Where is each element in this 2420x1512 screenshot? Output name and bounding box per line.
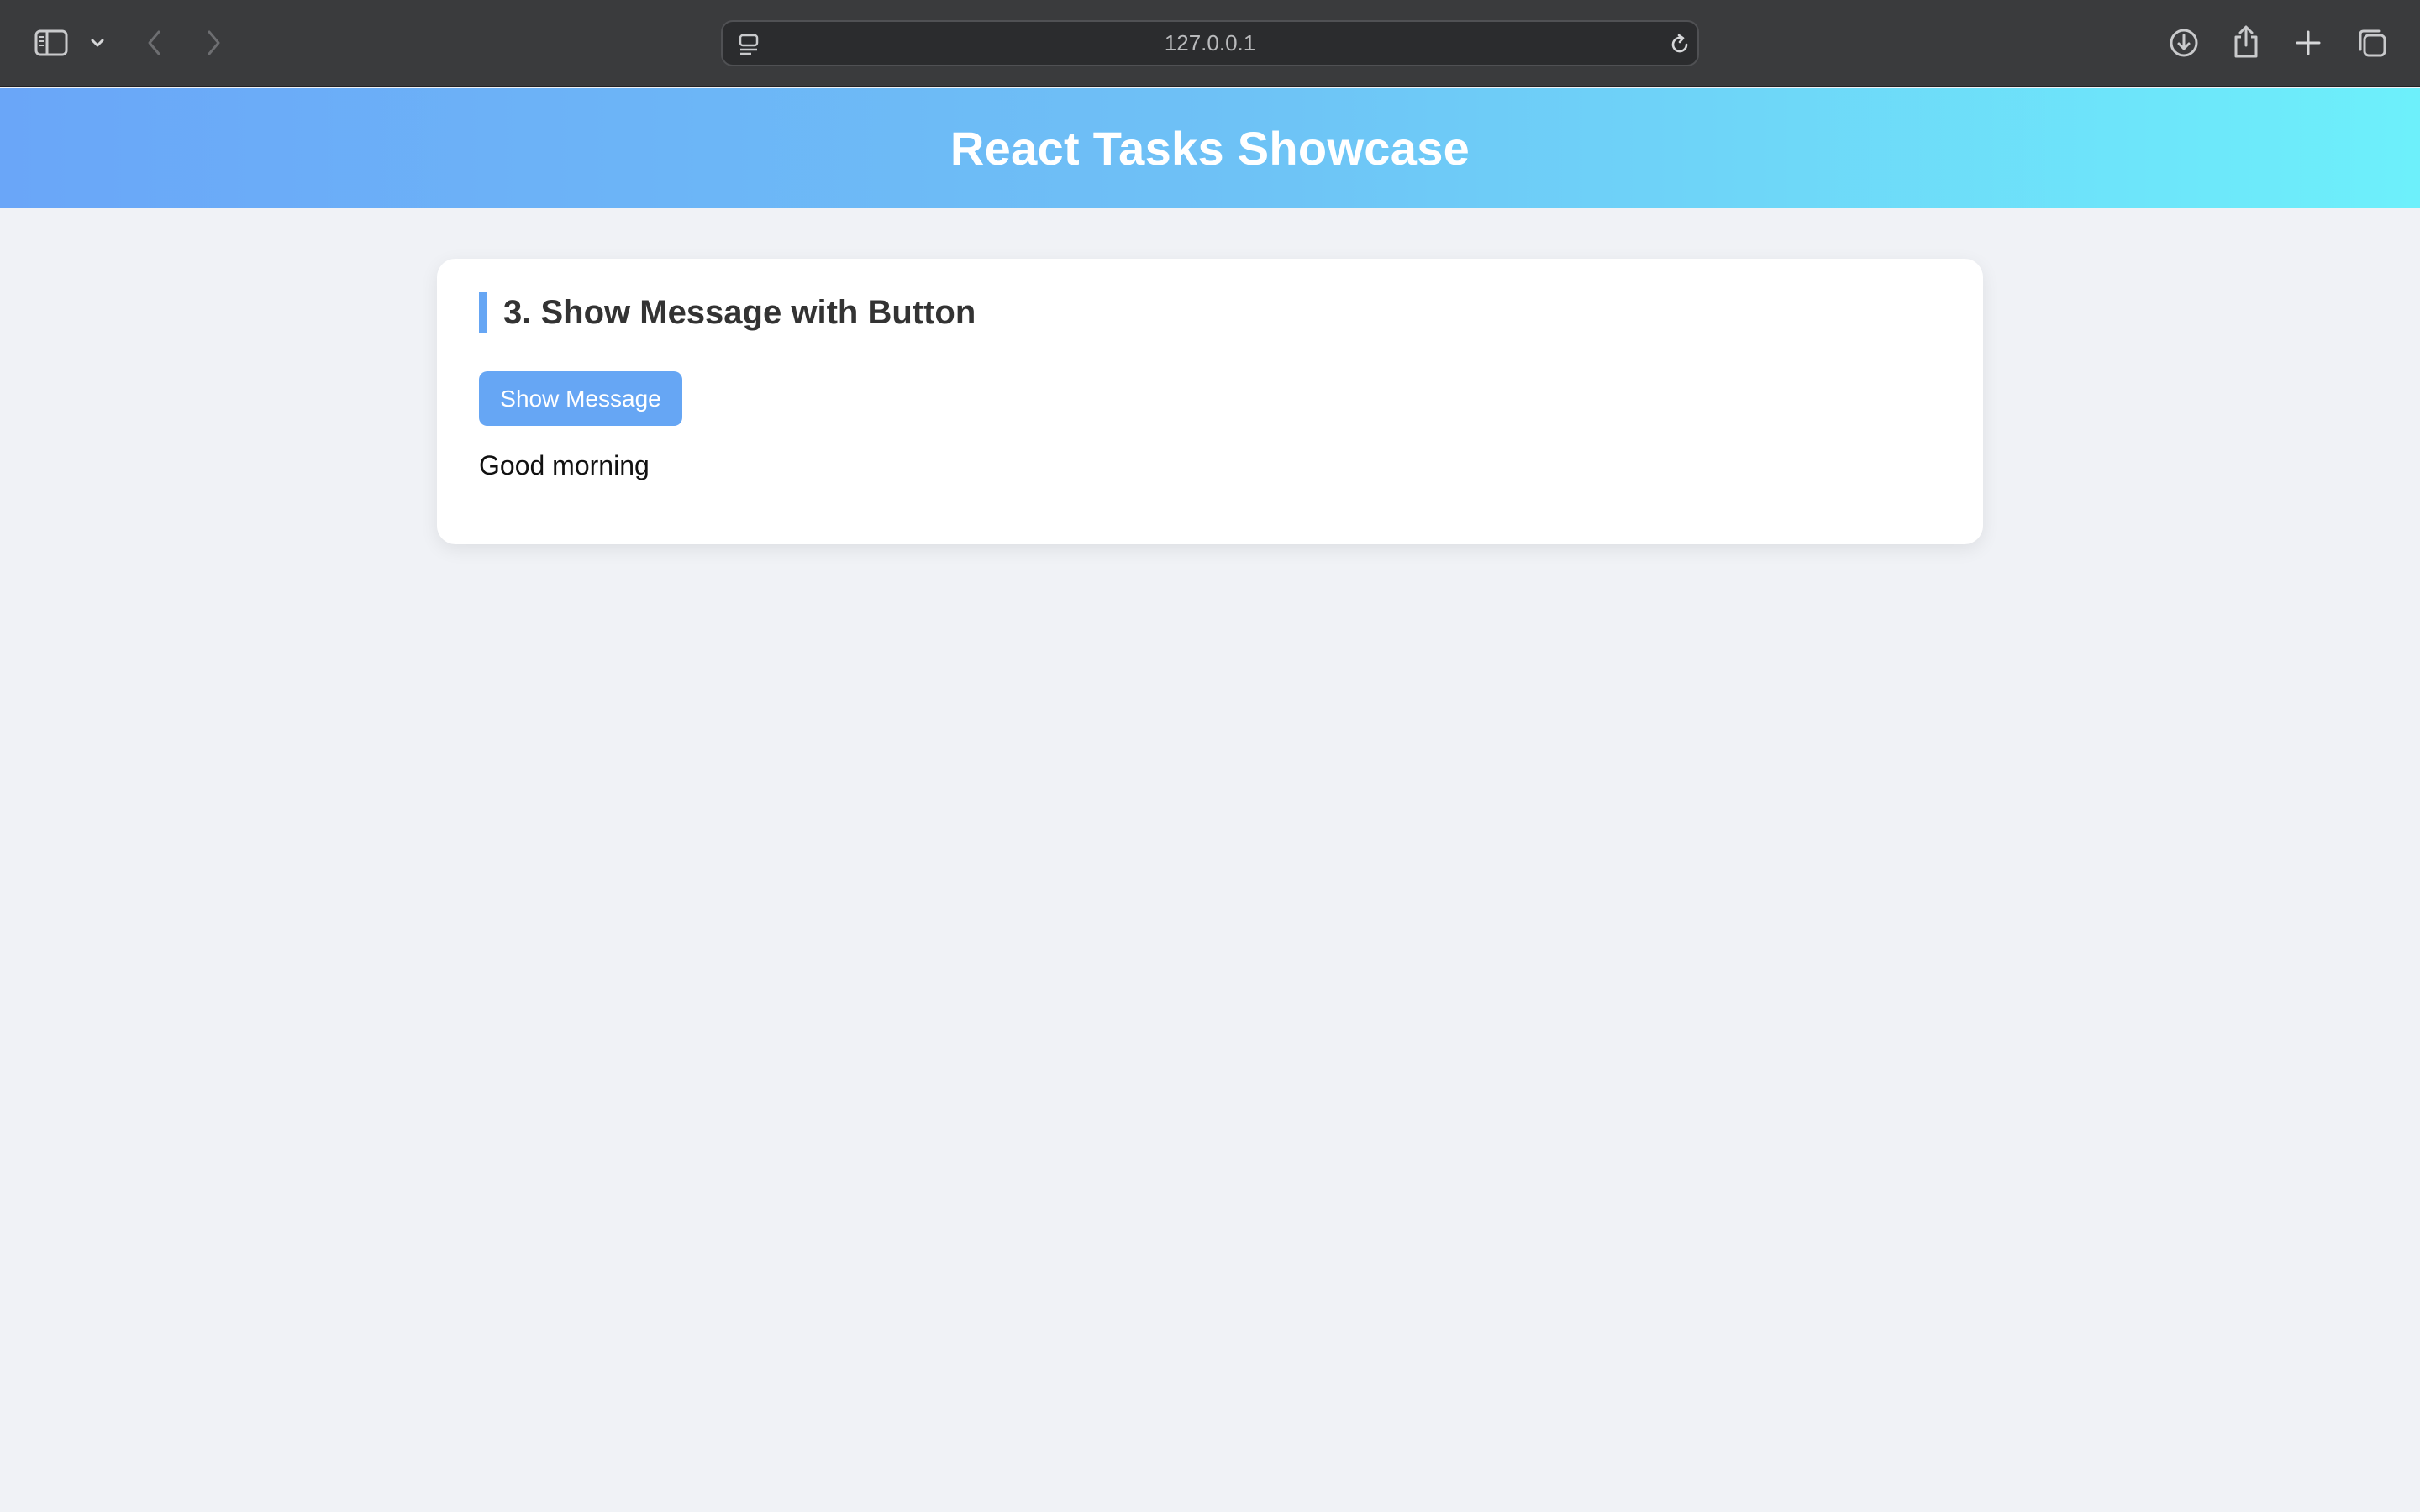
address-text[interactable]: 127.0.0.1 xyxy=(723,22,1697,65)
show-message-button[interactable]: Show Message xyxy=(479,371,682,426)
message-text: Good morning xyxy=(479,450,650,480)
reload-icon[interactable] xyxy=(1665,30,1694,59)
chevron-left-icon[interactable] xyxy=(141,27,168,59)
browser-toolbar: 127.0.0.1 xyxy=(0,0,2420,87)
download-icon[interactable] xyxy=(2166,25,2202,60)
address-bar[interactable]: 127.0.0.1 xyxy=(721,20,1699,66)
page-header: React Tasks Showcase xyxy=(0,88,2420,208)
task-title: 3. Show Message with Button xyxy=(479,292,976,333)
tabs-overview-icon[interactable] xyxy=(2354,25,2390,60)
sidebar-icon[interactable] xyxy=(32,27,71,59)
plus-icon[interactable] xyxy=(2292,27,2324,59)
chevron-down-icon[interactable] xyxy=(87,34,108,52)
share-icon[interactable] xyxy=(2230,24,2262,60)
page-title: React Tasks Showcase xyxy=(950,122,1470,175)
chevron-right-icon[interactable] xyxy=(200,27,227,59)
task-card: 3. Show Message with Button Show Message… xyxy=(437,259,1983,544)
